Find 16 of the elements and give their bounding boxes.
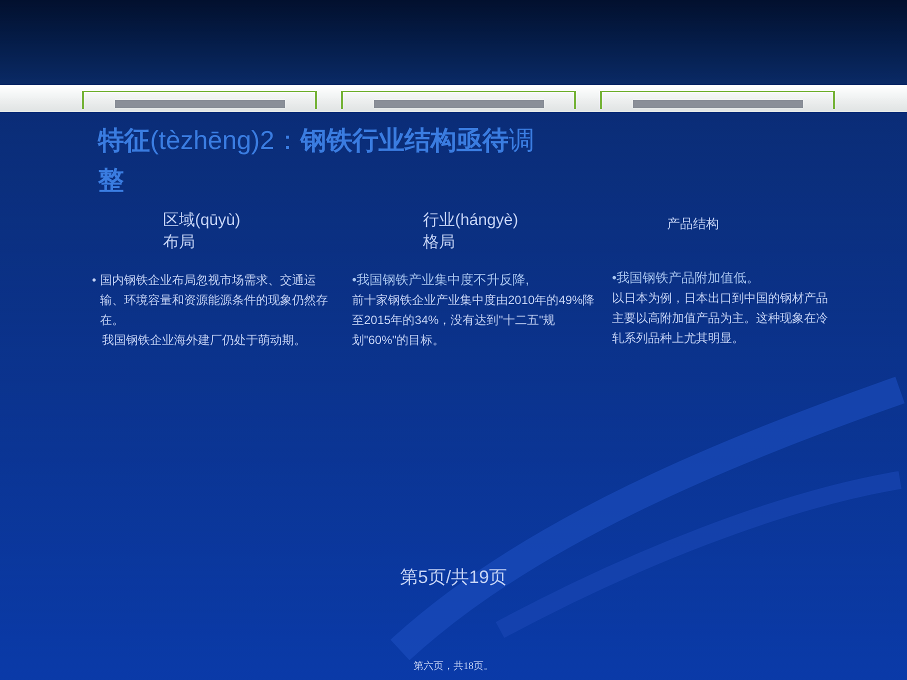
body-text: 以日本为例，日本出口到中国的钢材产品主要以高附加值产品为主。这种现象在冷轧系列品种上尤其明显。 bbox=[612, 290, 828, 346]
page-number: 第5页/共19页 bbox=[400, 566, 508, 589]
column-heading: 行业(hángyè) bbox=[423, 210, 520, 231]
slide-title: 整 bbox=[98, 164, 125, 197]
column-heading: 区域(qūyù) bbox=[163, 210, 242, 231]
body-text: 我国钢铁企业海外建厂仍处于萌动期。 bbox=[101, 332, 306, 349]
column-heading: 布局 bbox=[163, 233, 196, 253]
lead-sentence: •我国钢铁产品附加值低。 bbox=[612, 268, 761, 286]
footer-text: 第六页，共18页。 bbox=[414, 660, 494, 674]
lead-sentence: •我国钢铁产业集中度不升反降, bbox=[352, 271, 530, 289]
bullet: • bbox=[92, 272, 96, 289]
body-text: 前十家钢铁企业产业集中度由2010年的49%降至2015年的34%，没有达到"十二五"规划"60%"的目标。 bbox=[352, 292, 596, 349]
body-text: 国内钢铁企业布局忽视市场需求、交通运输、环境容量和资源能源条件的现象仍然存在。 bbox=[100, 272, 330, 329]
column-heading: 格局 bbox=[423, 233, 456, 253]
slide-title: 特征(tèzhēng)2：钢铁行业结构亟待调 bbox=[98, 124, 536, 157]
column-heading: 产品结构 bbox=[667, 215, 719, 233]
